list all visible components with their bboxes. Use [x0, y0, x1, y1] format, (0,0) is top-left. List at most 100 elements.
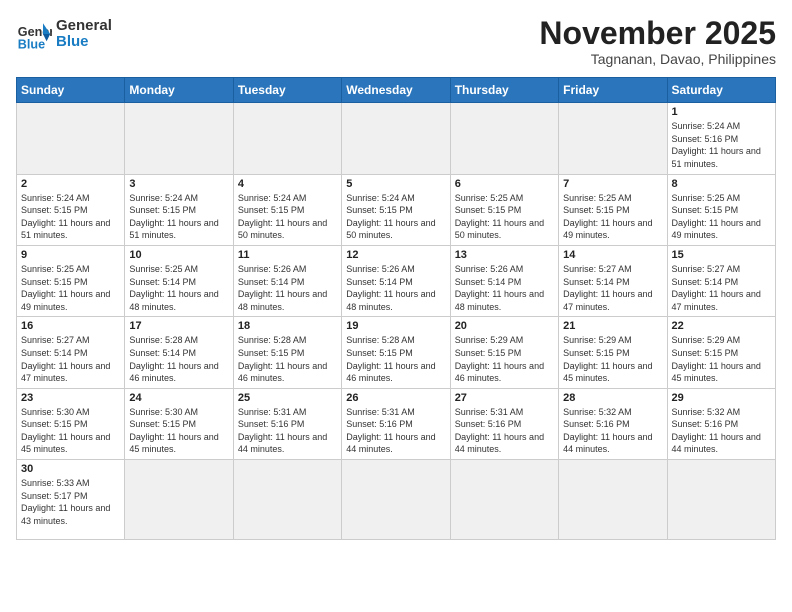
day-info: Sunrise: 5:24 AMSunset: 5:15 PMDaylight:…	[238, 192, 337, 242]
calendar-cell	[125, 103, 233, 174]
day-number: 24	[129, 392, 228, 404]
calendar-cell: 7Sunrise: 5:25 AMSunset: 5:15 PMDaylight…	[559, 174, 667, 245]
day-info: Sunrise: 5:27 AMSunset: 5:14 PMDaylight:…	[563, 263, 662, 313]
day-info: Sunrise: 5:24 AMSunset: 5:15 PMDaylight:…	[21, 192, 120, 242]
calendar-cell	[125, 460, 233, 540]
calendar-cell: 16 Sunrise: 5:27 AMSunset: 5:14 PMDayligh…	[17, 317, 125, 388]
week-row-2: 2 Sunrise: 5:24 AMSunset: 5:15 PMDaylight…	[17, 174, 776, 245]
day-info: Sunrise: 5:33 AMSunset: 5:17 PMDaylight:…	[21, 477, 120, 527]
day-info: Sunrise: 5:24 AMSunset: 5:15 PMDaylight:…	[346, 192, 445, 242]
weekday-header-tuesday: Tuesday	[233, 78, 341, 103]
calendar-cell: 12 Sunrise: 5:26 AMSunset: 5:14 PMDayligh…	[342, 245, 450, 316]
calendar-cell: 13 Sunrise: 5:26 AMSunset: 5:14 PMDayligh…	[450, 245, 558, 316]
day-number: 9	[21, 249, 120, 261]
weekday-header-row: SundayMondayTuesdayWednesdayThursdayFrid…	[17, 78, 776, 103]
day-info: Sunrise: 5:24 AMSunset: 5:15 PMDaylight:…	[129, 192, 228, 242]
day-number: 25	[238, 392, 337, 404]
day-info: Sunrise: 5:31 AMSunset: 5:16 PMDaylight:…	[346, 406, 445, 456]
day-number: 17	[129, 320, 228, 332]
calendar-cell: 19 Sunrise: 5:28 AMSunset: 5:15 PMDayligh…	[342, 317, 450, 388]
day-number: 18	[238, 320, 337, 332]
weekday-header-saturday: Saturday	[667, 78, 775, 103]
day-number: 12	[346, 249, 445, 261]
title-block: November 2025 Tagnanan, Davao, Philippin…	[539, 16, 776, 67]
day-info: Sunrise: 5:31 AMSunset: 5:16 PMDaylight:…	[238, 406, 337, 456]
day-info: Sunrise: 5:30 AMSunset: 5:15 PMDaylight:…	[129, 406, 228, 456]
day-info: Sunrise: 5:27 AMSunset: 5:14 PMDaylight:…	[21, 334, 120, 384]
day-info: Sunrise: 5:28 AMSunset: 5:15 PMDaylight:…	[346, 334, 445, 384]
calendar-cell: 3 Sunrise: 5:24 AMSunset: 5:15 PMDaylight…	[125, 174, 233, 245]
day-info: Sunrise: 5:25 AMSunset: 5:15 PMDaylight:…	[21, 263, 120, 313]
day-number: 15	[672, 249, 771, 261]
day-number: 6	[455, 178, 554, 190]
day-number: 11	[238, 249, 337, 261]
calendar-cell	[17, 103, 125, 174]
calendar-cell: 9 Sunrise: 5:25 AMSunset: 5:15 PMDaylight…	[17, 245, 125, 316]
calendar-cell: 17 Sunrise: 5:28 AMSunset: 5:14 PMDayligh…	[125, 317, 233, 388]
day-info: Sunrise: 5:26 AMSunset: 5:14 PMDaylight:…	[346, 263, 445, 313]
calendar-cell: 18Sunrise: 5:28 AMSunset: 5:15 PMDayligh…	[233, 317, 341, 388]
day-number: 19	[346, 320, 445, 332]
calendar-cell	[559, 103, 667, 174]
calendar-cell: 15Sunrise: 5:27 AMSunset: 5:14 PMDayligh…	[667, 245, 775, 316]
week-row-6: 30Sunrise: 5:33 AMSunset: 5:17 PMDayligh…	[17, 460, 776, 540]
week-row-1: 1 Sunrise: 5:24 AMSunset: 5:16 PMDaylight…	[17, 103, 776, 174]
logo-general-text: General	[56, 18, 112, 35]
weekday-header-thursday: Thursday	[450, 78, 558, 103]
week-row-3: 9 Sunrise: 5:25 AMSunset: 5:15 PMDaylight…	[17, 245, 776, 316]
week-row-5: 23Sunrise: 5:30 AMSunset: 5:15 PMDayligh…	[17, 388, 776, 459]
day-number: 22	[672, 320, 771, 332]
logo-blue-text: Blue	[56, 34, 112, 51]
calendar-cell: 28Sunrise: 5:32 AMSunset: 5:16 PMDayligh…	[559, 388, 667, 459]
location-subtitle: Tagnanan, Davao, Philippines	[539, 51, 776, 67]
weekday-header-wednesday: Wednesday	[342, 78, 450, 103]
day-number: 10	[129, 249, 228, 261]
day-number: 3	[129, 178, 228, 190]
day-number: 1	[672, 106, 771, 118]
day-info: Sunrise: 5:25 AMSunset: 5:15 PMDaylight:…	[672, 192, 771, 242]
day-number: 5	[346, 178, 445, 190]
calendar-cell	[342, 103, 450, 174]
calendar-cell: 11Sunrise: 5:26 AMSunset: 5:14 PMDayligh…	[233, 245, 341, 316]
calendar-cell: 26 Sunrise: 5:31 AMSunset: 5:16 PMDayligh…	[342, 388, 450, 459]
day-number: 8	[672, 178, 771, 190]
calendar-cell: 1 Sunrise: 5:24 AMSunset: 5:16 PMDaylight…	[667, 103, 775, 174]
calendar-cell: 25 Sunrise: 5:31 AMSunset: 5:16 PMDayligh…	[233, 388, 341, 459]
weekday-header-monday: Monday	[125, 78, 233, 103]
day-info: Sunrise: 5:32 AMSunset: 5:16 PMDaylight:…	[672, 406, 771, 456]
day-info: Sunrise: 5:28 AMSunset: 5:14 PMDaylight:…	[129, 334, 228, 384]
calendar-cell: 27Sunrise: 5:31 AMSunset: 5:16 PMDayligh…	[450, 388, 558, 459]
day-info: Sunrise: 5:26 AMSunset: 5:14 PMDaylight:…	[455, 263, 554, 313]
day-number: 2	[21, 178, 120, 190]
day-info: Sunrise: 5:24 AMSunset: 5:16 PMDaylight:…	[672, 120, 771, 170]
logo-icon: General Blue	[16, 16, 52, 52]
calendar-body: 1 Sunrise: 5:24 AMSunset: 5:16 PMDaylight…	[17, 103, 776, 540]
day-number: 16	[21, 320, 120, 332]
month-year-title: November 2025	[539, 16, 776, 51]
calendar-cell: 14 Sunrise: 5:27 AMSunset: 5:14 PMDayligh…	[559, 245, 667, 316]
day-number: 20	[455, 320, 554, 332]
calendar-cell: 5 Sunrise: 5:24 AMSunset: 5:15 PMDaylight…	[342, 174, 450, 245]
day-number: 27	[455, 392, 554, 404]
day-number: 28	[563, 392, 662, 404]
day-info: Sunrise: 5:29 AMSunset: 5:15 PMDaylight:…	[672, 334, 771, 384]
calendar-cell	[559, 460, 667, 540]
weekday-header-friday: Friday	[559, 78, 667, 103]
calendar-table: SundayMondayTuesdayWednesdayThursdayFrid…	[16, 77, 776, 540]
calendar-cell: 24 Sunrise: 5:30 AMSunset: 5:15 PMDayligh…	[125, 388, 233, 459]
calendar-cell: 21Sunrise: 5:29 AMSunset: 5:15 PMDayligh…	[559, 317, 667, 388]
day-number: 29	[672, 392, 771, 404]
calendar-cell: 30Sunrise: 5:33 AMSunset: 5:17 PMDayligh…	[17, 460, 125, 540]
calendar-cell: 6 Sunrise: 5:25 AMSunset: 5:15 PMDaylight…	[450, 174, 558, 245]
day-number: 13	[455, 249, 554, 261]
day-info: Sunrise: 5:29 AMSunset: 5:15 PMDaylight:…	[455, 334, 554, 384]
calendar-cell	[667, 460, 775, 540]
day-info: Sunrise: 5:25 AMSunset: 5:15 PMDaylight:…	[455, 192, 554, 242]
svg-text:Blue: Blue	[18, 37, 45, 51]
day-number: 14	[563, 249, 662, 261]
page-header: General Blue General Blue November 2025 …	[16, 16, 776, 67]
weekday-header-sunday: Sunday	[17, 78, 125, 103]
calendar-cell	[233, 103, 341, 174]
day-number: 26	[346, 392, 445, 404]
calendar-cell	[342, 460, 450, 540]
